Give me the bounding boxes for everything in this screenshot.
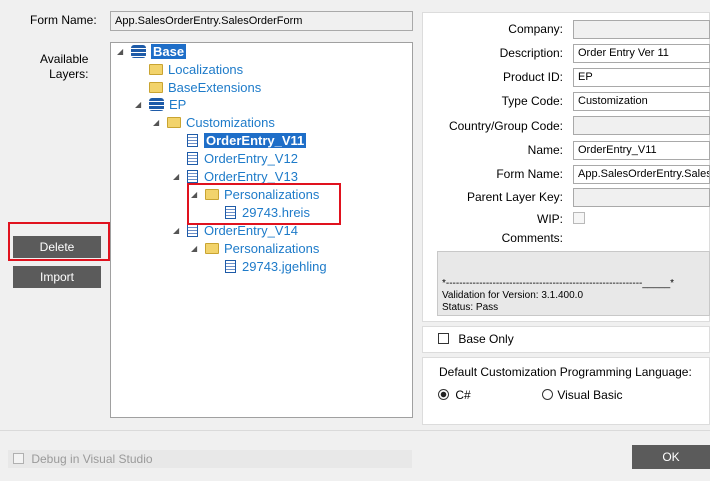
tree-node-base[interactable]: Base — [131, 43, 187, 61]
comments-box[interactable]: *---------------------------------------… — [437, 251, 710, 316]
radio-icon — [542, 389, 553, 400]
detail-form-name-label: Form Name: — [496, 167, 563, 181]
product-id-label: Product ID: — [502, 70, 563, 84]
tree-node-baseextensions[interactable]: BaseExtensions — [149, 79, 261, 97]
layers-tree[interactable]: ◢ Base Localizations BaseExtensions ◢ EP… — [110, 42, 413, 418]
radio-csharp[interactable]: C# — [438, 388, 471, 402]
type-code-label: Type Code: — [501, 94, 563, 108]
company-label: Company: — [508, 22, 563, 36]
available-layers-label: Available Layers: — [40, 52, 89, 81]
tree-node-orderentry-v11[interactable]: OrderEntry_V11 — [187, 132, 307, 150]
collapse-toggle-icon[interactable]: ◢ — [191, 240, 197, 258]
comments-status: Status: Pass — [442, 302, 499, 313]
tree-node-ep[interactable]: EP — [149, 96, 186, 114]
highlight-box — [187, 183, 341, 225]
collapse-toggle-icon[interactable]: ◢ — [173, 168, 179, 186]
comments-label: Comments: — [501, 231, 563, 245]
folder-icon — [167, 117, 181, 128]
comments-validation: Validation for Version: 3.1.400.0 — [442, 290, 584, 301]
document-icon — [187, 224, 198, 237]
document-icon — [187, 152, 198, 165]
comments-dashes: *---------------------------------------… — [442, 278, 675, 289]
database-icon — [149, 98, 164, 111]
database-icon — [131, 45, 146, 58]
folder-icon — [205, 243, 219, 254]
debug-checkbox[interactable]: Debug in Visual Studio — [13, 452, 153, 466]
bottom-divider — [0, 430, 710, 431]
checkbox-icon — [13, 453, 24, 464]
ok-button[interactable]: OK — [632, 445, 710, 469]
checkbox-icon — [438, 333, 449, 344]
radio-selected-icon — [438, 389, 449, 400]
type-code-field[interactable]: Customization — [573, 92, 710, 111]
detail-form-name-field[interactable]: App.SalesOrderEntry.SalesOrderForm — [573, 165, 710, 184]
product-id-field[interactable]: EP — [573, 68, 710, 87]
form-name-field: App.SalesOrderEntry.SalesOrderForm — [110, 11, 413, 31]
form-name-label: Form Name: — [30, 13, 97, 27]
tree-node-personalizations-v14[interactable]: Personalizations — [205, 240, 319, 258]
collapse-toggle-icon[interactable]: ◢ — [153, 114, 159, 132]
folder-icon — [149, 82, 163, 93]
parent-layer-key-field[interactable] — [573, 188, 710, 207]
tree-node-orderentry-v12[interactable]: OrderEntry_V12 — [187, 150, 298, 168]
tree-node-29743-jgehling[interactable]: 29743.jgehling — [225, 258, 327, 276]
parent-layer-key-label: Parent Layer Key: — [466, 190, 563, 204]
tree-node-localizations[interactable]: Localizations — [149, 61, 243, 79]
delete-highlight-box — [8, 222, 110, 261]
wip-label: WIP: — [537, 212, 563, 226]
name-field[interactable]: OrderEntry_V11 — [573, 141, 710, 160]
tree-node-customizations[interactable]: Customizations — [167, 114, 275, 132]
description-field[interactable]: Order Entry Ver 11 — [573, 44, 710, 63]
folder-icon — [149, 64, 163, 75]
radio-visual-basic[interactable]: Visual Basic — [542, 388, 623, 402]
import-button[interactable]: Import — [13, 266, 101, 288]
country-group-field[interactable] — [573, 116, 710, 135]
description-label: Description: — [499, 46, 563, 60]
document-icon — [225, 260, 236, 273]
document-icon — [187, 170, 198, 183]
collapse-toggle-icon[interactable]: ◢ — [117, 43, 123, 61]
collapse-toggle-icon[interactable]: ◢ — [173, 222, 179, 240]
wip-checkbox[interactable] — [573, 212, 585, 224]
name-label: Name: — [527, 143, 563, 157]
language-label: Default Customization Programming Langua… — [439, 365, 692, 379]
document-icon — [187, 134, 198, 147]
country-group-label: Country/Group Code: — [448, 119, 563, 133]
collapse-toggle-icon[interactable]: ◢ — [135, 96, 141, 114]
base-only-checkbox[interactable]: Base Only — [438, 332, 514, 346]
company-field[interactable] — [573, 20, 710, 39]
